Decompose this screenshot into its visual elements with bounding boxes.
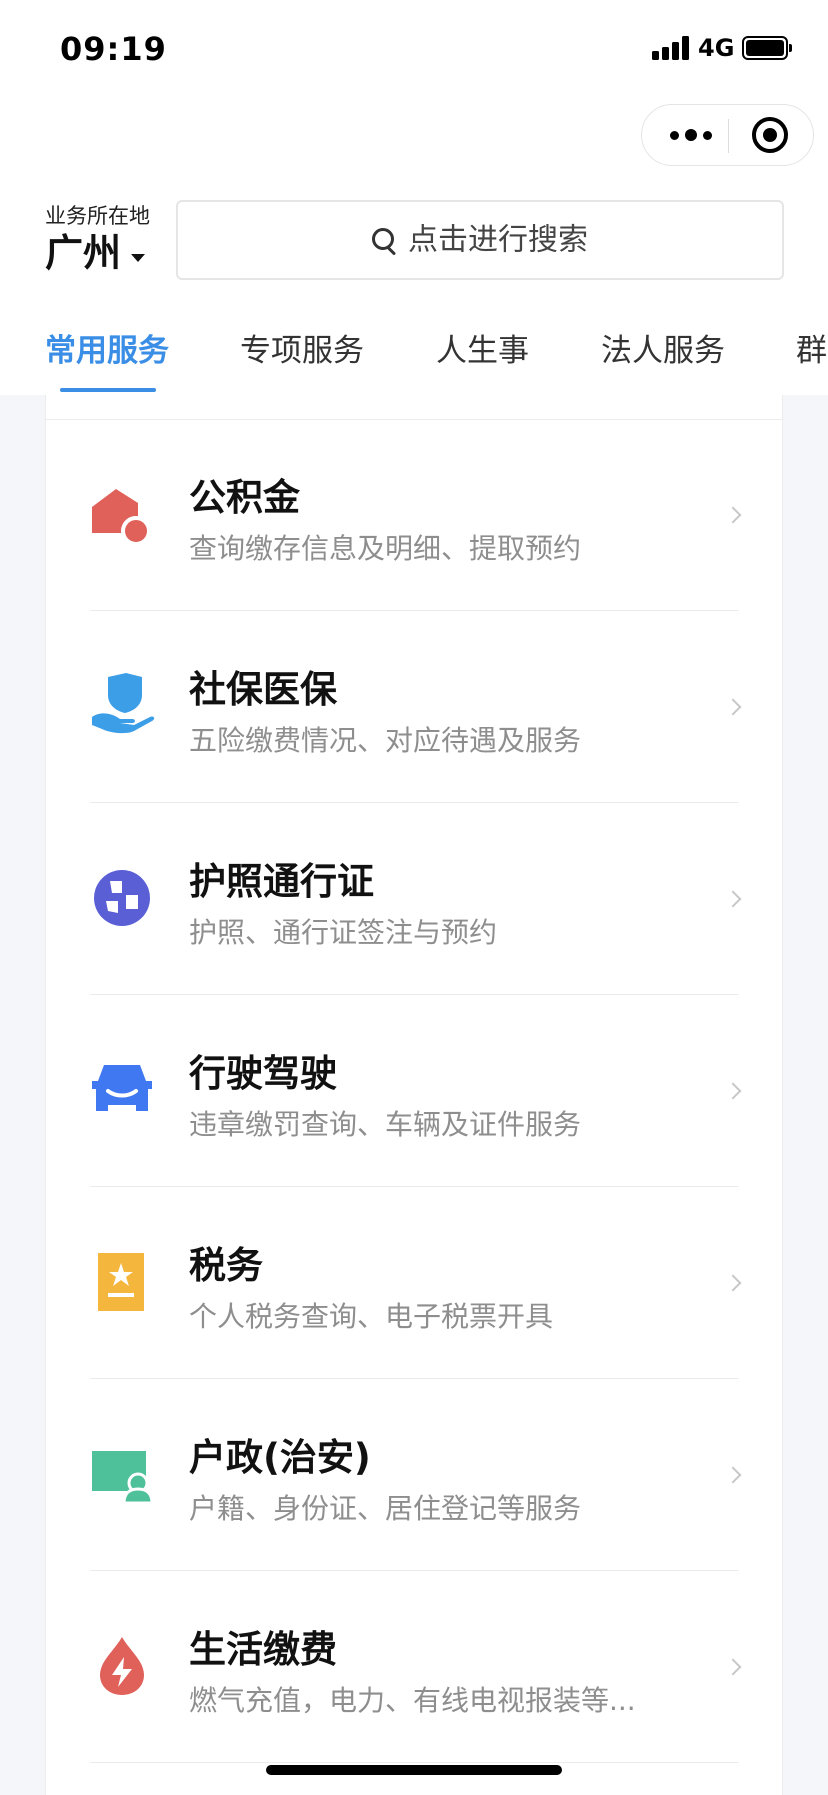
drop-bolt-icon [90, 1633, 156, 1699]
tax-star-icon [90, 1249, 156, 1315]
house-coin-icon [90, 481, 156, 547]
chevron-right-icon [724, 1082, 742, 1100]
service-desc: 五险缴费情况、对应待遇及服务 [189, 724, 582, 757]
service-desc: 查询缴存信息及明细、提取预约 [189, 532, 582, 565]
tab-common-services[interactable]: 常用服务 [45, 325, 169, 370]
signal-icon [652, 36, 692, 60]
service-title: 护照通行证 [189, 860, 374, 903]
chevron-right-icon [724, 1274, 742, 1292]
capsule-menu [641, 104, 814, 166]
ellipsis-icon[interactable] [666, 119, 722, 151]
capsule-divider [728, 119, 729, 153]
tab-life-events[interactable]: 人生事 [436, 325, 529, 370]
service-item-housing-fund[interactable]: 公积金 查询缴存信息及明细、提取预约 [46, 419, 782, 611]
chevron-right-icon [724, 1466, 742, 1484]
service-desc: 违章缴罚查询、车辆及证件服务 [189, 1108, 582, 1141]
service-list: 公积金 查询缴存信息及明细、提取预约 社保医保 五险缴费情况、对应待遇及服务 护… [45, 395, 783, 1795]
service-desc: 护照、通行证签注与预约 [189, 916, 498, 949]
tab-groups[interactable]: 群 [796, 325, 827, 370]
battery-icon [742, 36, 792, 60]
service-item-utilities[interactable]: 生活缴费 燃气充值，电力、有线电视报装等... [46, 1571, 782, 1763]
search-placeholder: 点击进行搜索 [408, 222, 588, 258]
service-desc: 个人税务查询、电子税票开具 [189, 1300, 554, 1333]
service-item-tax[interactable]: 税务 个人税务查询、电子税票开具 [46, 1187, 782, 1379]
tab-special-services[interactable]: 专项服务 [240, 325, 364, 370]
service-title: 生活缴费 [189, 1628, 337, 1671]
search-input[interactable]: 点击进行搜索 [176, 200, 784, 280]
service-item-driving[interactable]: 行驶驾驶 违章缴罚查询、车辆及证件服务 [46, 995, 782, 1187]
service-title: 税务 [189, 1244, 263, 1287]
chevron-right-icon [724, 698, 742, 716]
service-item-passport[interactable]: 护照通行证 护照、通行证签注与预约 [46, 803, 782, 995]
target-circle-icon[interactable] [752, 117, 788, 153]
network-type: 4G [698, 34, 735, 62]
caret-down-icon [131, 253, 146, 262]
chevron-right-icon [724, 506, 742, 524]
id-card-person-icon [90, 1441, 156, 1507]
service-item-social-security[interactable]: 社保医保 五险缴费情况、对应待遇及服务 [46, 611, 782, 803]
shield-hand-icon [90, 673, 156, 739]
service-desc: 户籍、身份证、居住登记等服务 [189, 1492, 582, 1525]
car-icon [90, 1057, 156, 1123]
search-icon [372, 226, 398, 256]
home-indicator[interactable] [266, 1765, 562, 1775]
service-title: 户政(治安) [189, 1436, 371, 1479]
chevron-right-icon [724, 1658, 742, 1676]
location-city: 广州 [45, 231, 122, 275]
location-label: 业务所在地 [45, 204, 150, 228]
service-title: 行驶驾驶 [189, 1052, 337, 1095]
tab-active-indicator [60, 388, 156, 392]
service-title: 公积金 [189, 476, 300, 519]
category-tabs: 常用服务 专项服务 人生事 法人服务 群 [0, 315, 828, 395]
service-title: 社保医保 [189, 668, 337, 711]
service-desc: 燃气充值，电力、有线电视报装等... [189, 1684, 636, 1717]
globe-icon [90, 865, 156, 931]
chevron-right-icon [724, 890, 742, 908]
status-time: 09:19 [60, 30, 167, 68]
tab-corporate-services[interactable]: 法人服务 [601, 325, 725, 370]
status-bar: 09:19 4G [0, 0, 828, 100]
location-selector[interactable]: 广州 [45, 228, 146, 278]
service-item-household[interactable]: 户政(治安) 户籍、身份证、居住登记等服务 [46, 1379, 782, 1571]
